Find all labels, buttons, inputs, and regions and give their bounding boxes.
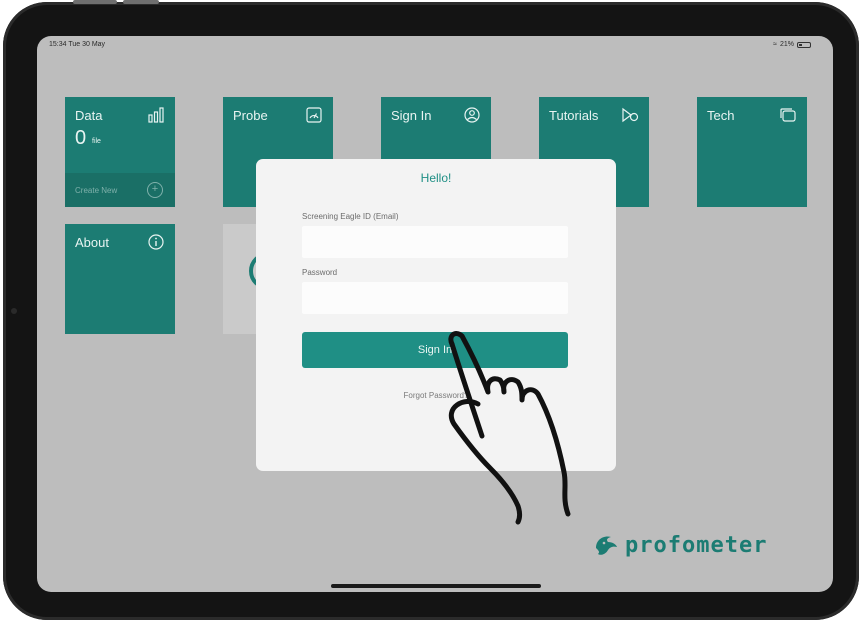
tile-tutorials-label: Tutorials [549,108,599,123]
plus-icon: + [147,182,163,198]
password-label: Password [302,268,338,277]
brand-logo: profometer [593,533,767,558]
eagle-icon [596,536,617,555]
tile-data-label: Data [75,108,103,123]
email-field[interactable] [302,226,568,258]
wifi-icon: ≈ [773,41,777,48]
tile-data[interactable]: Data 0 file Create New + [65,97,175,207]
play-help-icon [622,107,639,123]
forgot-password-link[interactable]: Forgot Password? [256,391,616,400]
dialog-title: Hello! [420,171,452,185]
status-indicators: ≈ 21% [773,41,811,48]
file-unit: file [92,138,101,145]
gauge-icon [306,107,322,123]
user-circle-icon [464,107,480,123]
home-indicator [331,584,541,588]
bar-chart-icon [148,107,164,123]
tile-about-label: About [75,235,109,250]
app-screen: 15:34 Tue 30 May ≈ 21% Data 0 file Creat… [37,36,833,592]
sign-in-dialog: Hello! Screening Eagle ID (Email) Passwo… [256,159,616,471]
info-icon [148,234,164,250]
status-time-date: 15:34 Tue 30 May [49,41,106,48]
password-field[interactable] [302,282,568,314]
create-new-label: Create New [75,186,118,195]
email-label: Screening Eagle ID (Email) [302,212,399,221]
ipad-frame: 15:34 Tue 30 May ≈ 21% Data 0 file Creat… [3,0,859,620]
battery-icon [797,41,811,48]
volume-button-2 [123,0,159,4]
tile-tech[interactable]: Tech [697,97,807,207]
brand-name: profometer [625,533,768,558]
create-new-button[interactable]: Create New + [65,173,175,207]
tile-about[interactable]: About [65,224,175,334]
stacked-pages-icon [780,108,796,122]
tile-probe-label: Probe [233,108,268,123]
camera-dot [11,308,17,314]
sign-in-button[interactable]: Sign In [302,332,568,368]
tile-tech-label: Tech [707,108,735,123]
file-count: 0 [75,127,87,149]
battery-percent: 21% [779,41,794,48]
volume-button [73,0,117,4]
tile-sign-in-label: Sign In [391,108,432,123]
